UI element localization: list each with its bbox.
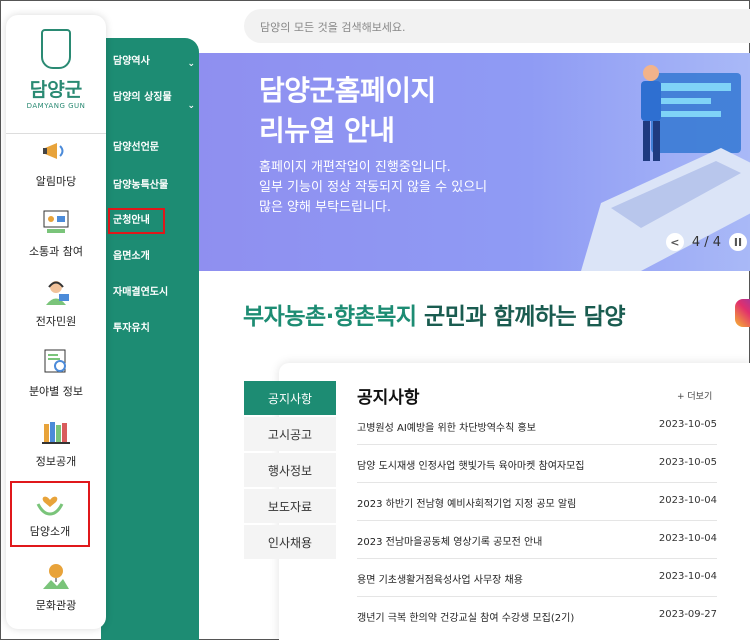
list-item[interactable]: 담양 도시재생 인정사업 햇빛가득 육아마켓 참여자모집 2023-10-05 xyxy=(357,445,717,483)
notice-date: 2023-10-04 xyxy=(658,571,717,582)
divider xyxy=(6,133,106,134)
headset-agent-icon xyxy=(39,277,73,307)
tab-events[interactable]: 행사정보 xyxy=(244,453,336,487)
submenu-item-declaration[interactable]: 담양선언문 xyxy=(113,141,195,155)
books-icon xyxy=(39,417,73,447)
list-item[interactable]: 2023 전남마을공동체 영상기록 공모전 안내 2023-10-04 xyxy=(357,521,717,559)
document-search-icon xyxy=(39,347,73,377)
nav-item-info-disclosure[interactable]: 정보공개 xyxy=(6,417,106,469)
balloon-landscape-icon xyxy=(39,561,73,591)
notice-date: 2023-10-04 xyxy=(658,533,717,544)
banner-controls: < 4 / 4 II xyxy=(665,233,747,251)
nav-item-field-info[interactable]: 분야별 정보 xyxy=(6,347,106,399)
submenu-label: 군청안내 xyxy=(113,215,150,226)
submenu-item-specialties[interactable]: 담양농특산물 xyxy=(113,179,195,193)
left-nav-card: 담양군 DAMYANG GUN 알림마당 소통과 참여 전자민원 분야별 정보 … xyxy=(6,15,106,629)
nav-label: 담양소개 xyxy=(29,525,71,538)
news-title: 공지사항 xyxy=(357,388,420,408)
presentation-icon xyxy=(39,207,73,237)
list-item[interactable]: 용면 기초생활거점육성사업 사무장 채용 2023-10-04 xyxy=(357,559,717,597)
submenu-panel: 담양역사 ⌄ 담양의 상징물 ⌄ 담양선언문 담양농특산물 군청안내 읍면소개 자매… xyxy=(101,38,199,640)
slogan: 부자농촌·향촌복지 군민과 함께하는 담양 xyxy=(243,297,626,331)
notice-title[interactable]: 고병원성 AI예방을 위한 차단방역수칙 홍보 xyxy=(357,419,647,434)
tab-notices[interactable]: 공지사항 xyxy=(244,381,336,415)
slogan-part1: 부자농촌·향촌복지 xyxy=(243,304,417,330)
banner-title: 담양군홈페이지 리뉴얼 안내 xyxy=(259,71,436,151)
chevron-down-icon: ⌄ xyxy=(187,59,195,69)
nav-label: 알림마당 xyxy=(35,175,77,188)
nav-label: 정보공개 xyxy=(35,455,77,468)
submenu-label: 담양농특산물 xyxy=(113,180,169,191)
submenu-item-history[interactable]: 담양역사 ⌄ xyxy=(113,55,195,69)
nav-label: 소통과 참여 xyxy=(28,245,84,258)
chevron-down-icon: ⌄ xyxy=(187,101,195,111)
nav-label: 전자민원 xyxy=(35,315,77,328)
more-link[interactable]: + 더보기 xyxy=(677,389,712,402)
submenu-label: 담양선언문 xyxy=(113,142,159,153)
submenu-item-office-guide[interactable]: 군청안내 xyxy=(108,208,165,234)
list-item[interactable]: 고병원성 AI예방을 위한 차단방역수칙 홍보 2023-10-05 xyxy=(357,407,717,445)
notice-date: 2023-10-05 xyxy=(658,419,717,430)
nav-label: 분야별 정보 xyxy=(28,385,84,398)
emblem-icon xyxy=(41,29,71,69)
notice-title[interactable]: 2023 하반기 전남형 예비사회적기업 지정 공모 알림 xyxy=(357,495,647,510)
banner-description: 홈페이지 개편작업이 진행중입니다. 일부 기능이 정상 작동되지 않을 수 있… xyxy=(259,158,559,218)
hands-heart-icon xyxy=(33,487,67,517)
logo-title: 담양군 xyxy=(29,79,83,101)
banner-desc-line1: 홈페이지 개편작업이 진행중입니다. xyxy=(259,160,451,175)
logo[interactable]: 담양군 DAMYANG GUN xyxy=(6,29,106,110)
tab-recruitment[interactable]: 인사채용 xyxy=(244,525,336,559)
search-input[interactable]: 담양의 모든 것을 검색해보세요. xyxy=(244,9,750,43)
tab-announcements[interactable]: 고시공고 xyxy=(244,417,336,451)
notice-title[interactable]: 용면 기초생활거점육성사업 사무장 채용 xyxy=(357,571,647,586)
submenu-label: 담양의 상징물 xyxy=(113,92,172,103)
nav-item-about-damyang[interactable]: 담양소개 xyxy=(10,481,90,547)
notice-date: 2023-10-05 xyxy=(658,457,717,468)
nav-item-notices[interactable]: 알림마당 xyxy=(6,137,106,189)
submenu-label: 읍면소개 xyxy=(113,251,150,262)
slide-counter: 4 / 4 xyxy=(691,234,721,250)
nav-item-participation[interactable]: 소통과 참여 xyxy=(6,207,106,259)
tab-press[interactable]: 보도자료 xyxy=(244,489,336,523)
banner-desc-line2: 일부 기능이 정상 작동되지 않을 수 있으니 xyxy=(259,180,488,195)
notice-title[interactable]: 갱년기 극복 한의약 건강교실 참여 수강생 모집(2기) xyxy=(357,609,647,624)
notice-date: 2023-10-04 xyxy=(658,495,717,506)
submenu-item-investment[interactable]: 투자유치 xyxy=(113,322,195,336)
notice-date: 2023-09-27 xyxy=(658,609,717,620)
banner-title-line2: 리뉴얼 안내 xyxy=(259,114,395,147)
submenu-item-towns[interactable]: 읍면소개 xyxy=(113,250,195,264)
submenu-label: 자매결연도시 xyxy=(113,287,169,298)
submenu-label: 담양역사 xyxy=(113,56,150,67)
prev-slide-button[interactable]: < xyxy=(665,233,684,251)
news-tabs: 공지사항 고시공고 행사정보 보도자료 인사채용 xyxy=(244,381,336,561)
hero-banner[interactable]: 담양군홈페이지 리뉴얼 안내 홈페이지 개편작업이 진행중입니다. 일부 기능이… xyxy=(199,53,750,271)
submenu-item-symbols[interactable]: 담양의 상징물 ⌄ xyxy=(113,91,195,111)
banner-title-line1: 담양군홈페이지 xyxy=(259,74,436,107)
submenu-label: 투자유치 xyxy=(113,323,150,334)
notice-title[interactable]: 담양 도시재생 인정사업 햇빛가득 육아마켓 참여자모집 xyxy=(357,457,647,472)
pause-slide-button[interactable]: II xyxy=(729,233,747,251)
nav-item-e-civil[interactable]: 전자민원 xyxy=(6,277,106,329)
megaphone-icon xyxy=(39,137,73,167)
logo-subtitle: DAMYANG GUN xyxy=(26,102,86,110)
nav-label: 문화관광 xyxy=(35,599,77,612)
submenu-item-sister-cities[interactable]: 자매결연도시 xyxy=(113,286,195,300)
notice-title[interactable]: 2023 전남마을공동체 영상기록 공모전 안내 xyxy=(357,533,647,548)
banner-desc-line3: 많은 양해 부탁드립니다. xyxy=(259,200,391,215)
nav-item-culture-tourism[interactable]: 문화관광 xyxy=(6,561,106,613)
instagram-icon[interactable] xyxy=(735,299,750,327)
list-item[interactable]: 2023 하반기 전남형 예비사회적기업 지정 공모 알림 2023-10-04 xyxy=(357,483,717,521)
slogan-part2: 군민과 함께하는 담양 xyxy=(424,304,626,330)
list-item[interactable]: 갱년기 극복 한의약 건강교실 참여 수강생 모집(2기) 2023-09-27 xyxy=(357,597,717,635)
